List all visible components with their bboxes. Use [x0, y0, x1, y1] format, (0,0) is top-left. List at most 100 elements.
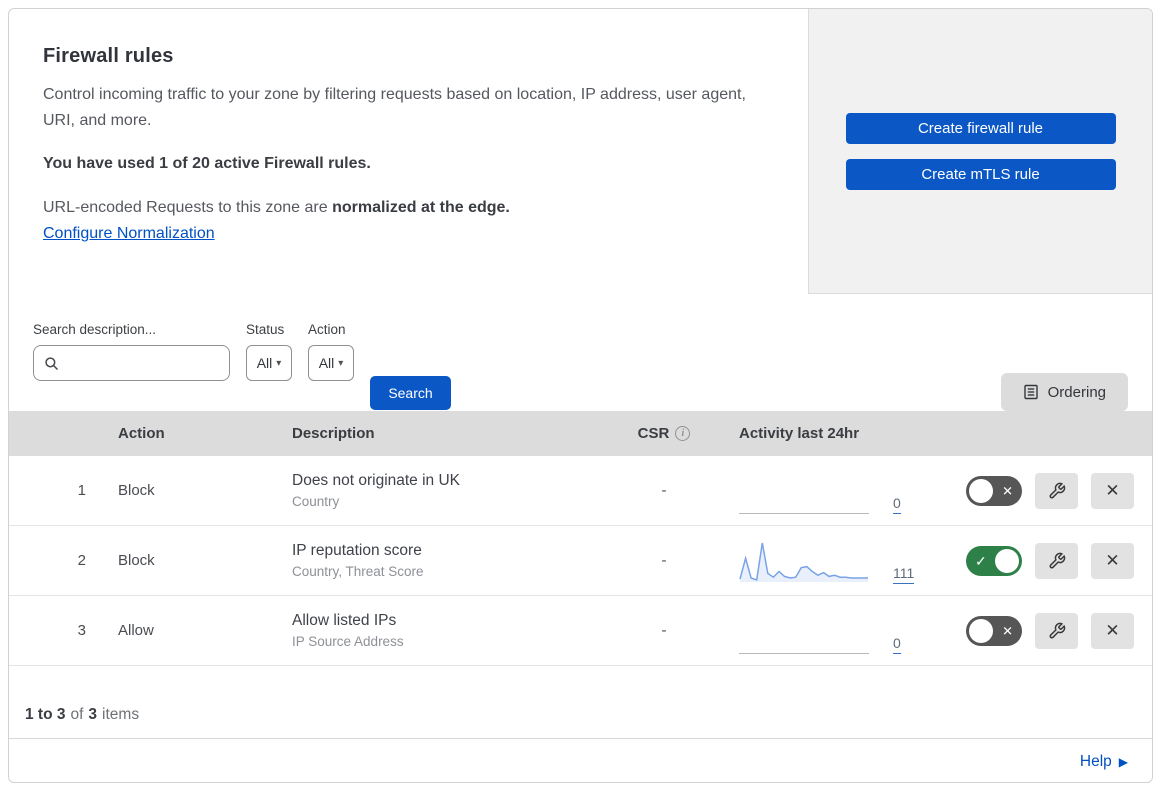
rule-priority: 1	[77, 482, 86, 499]
close-icon: ✕	[1105, 620, 1120, 640]
close-icon: ✕	[1105, 480, 1120, 500]
status-label: Status	[246, 322, 285, 337]
items-total: 3	[88, 706, 98, 723]
search-label: Search description...	[33, 322, 157, 337]
toggle-knob	[969, 618, 993, 643]
enable-toggle[interactable]: ✕	[966, 615, 1022, 646]
csr-header-label: CSR	[637, 425, 670, 442]
ordering-list-icon	[1023, 384, 1039, 400]
activity-sparkline-empty	[739, 608, 869, 654]
status-dropdown-value: All	[256, 355, 273, 371]
rule-description: IP reputation score Country, Threat Scor…	[284, 542, 614, 579]
rule-action: Block	[118, 552, 155, 569]
table-header: Action Description CSR i Activity last 2…	[9, 411, 1152, 456]
search-icon	[44, 356, 59, 371]
intro-description: Control incoming traffic to your zone by…	[43, 86, 746, 129]
rule-activity: 111	[714, 538, 954, 584]
toggle-knob	[969, 478, 993, 503]
description-column-header: Description	[292, 425, 375, 442]
items-word: items	[102, 706, 140, 723]
help-label: Help	[1079, 752, 1112, 770]
wrench-icon	[1048, 482, 1066, 500]
items-range: 1 to 3	[25, 706, 66, 723]
create-mtls-rule-button[interactable]: Create mTLS rule	[845, 158, 1116, 190]
action-dropdown[interactable]: All ▾	[308, 345, 354, 381]
rule-activity: 0	[714, 468, 954, 514]
close-icon: ✕	[1105, 550, 1120, 570]
help-link[interactable]: Help ▶	[1080, 753, 1128, 771]
activity-count-link[interactable]: 111	[893, 565, 915, 584]
activity-sparkline-empty	[739, 468, 869, 514]
items-of: of	[70, 706, 84, 723]
activity-count-link[interactable]: 0	[893, 495, 901, 514]
ordering-button-label: Ordering	[1047, 383, 1106, 401]
delete-rule-button[interactable]: ✕	[1091, 472, 1134, 509]
actions-panel: Create firewall rule Create mTLS rule	[809, 9, 1152, 294]
delete-rule-button[interactable]: ✕	[1091, 612, 1134, 649]
rule-controls: ✓ ✕	[954, 542, 1152, 579]
normalization-line: URL-encoded Requests to this zone are no…	[43, 199, 768, 217]
action-group: Action All ▾	[308, 322, 354, 381]
search-box[interactable]	[33, 345, 230, 381]
toggle-knob	[995, 548, 1019, 573]
action-column-header: Action	[118, 425, 165, 442]
filter-bar: Search description... Status All ▾ Actio…	[9, 294, 1152, 411]
top-section: Firewall rules Control incoming traffic …	[9, 9, 1152, 294]
ordering-button[interactable]: Ordering	[1000, 373, 1128, 411]
help-arrow-icon: ▶	[1118, 754, 1128, 769]
page-title: Firewall rules	[43, 45, 174, 67]
rule-activity: 0	[714, 608, 954, 654]
edit-rule-button[interactable]	[1035, 472, 1078, 509]
edit-rule-button[interactable]	[1035, 612, 1078, 649]
toggle-on-check-icon: ✓	[975, 552, 987, 569]
rule-description: Does not originate in UK Country	[284, 472, 614, 509]
rule-csr: -	[661, 622, 667, 639]
rule-fields: IP Source Address	[292, 634, 404, 649]
delete-rule-button[interactable]: ✕	[1091, 542, 1134, 579]
rule-fields: Country, Threat Score	[292, 564, 424, 579]
chevron-down-icon: ▾	[276, 357, 282, 369]
search-button[interactable]: Search	[370, 376, 451, 410]
rule-title: Does not originate in UK	[292, 472, 461, 489]
toggle-off-x-icon: ✕	[1002, 623, 1013, 638]
wrench-icon	[1048, 622, 1066, 640]
table-row: 1 Block Does not originate in UK Country…	[9, 456, 1152, 526]
normalization-bold: normalized at the edge.	[332, 199, 510, 217]
table-row: 2 Block IP reputation score Country, Thr…	[9, 526, 1152, 596]
enable-toggle[interactable]: ✕	[966, 475, 1022, 506]
chevron-down-icon: ▾	[338, 357, 344, 369]
action-dropdown-value: All	[318, 355, 335, 371]
activity-count-link[interactable]: 0	[893, 635, 901, 654]
rule-csr: -	[661, 552, 667, 569]
rule-action: Block	[118, 482, 155, 499]
configure-normalization-link[interactable]: Configure Normalization	[43, 225, 215, 243]
rule-controls: ✕ ✕	[954, 612, 1152, 649]
enable-toggle[interactable]: ✓	[966, 545, 1022, 576]
usage-line: You have used 1 of 20 active Firewall ru…	[43, 155, 371, 173]
rule-title: Allow listed IPs	[292, 612, 397, 629]
toggle-off-x-icon: ✕	[1002, 483, 1013, 498]
rule-fields: Country	[292, 494, 340, 509]
create-firewall-rule-button[interactable]: Create firewall rule	[845, 112, 1116, 144]
csr-column-header: CSR i	[614, 425, 714, 442]
pagination-summary: 1 to 3 of 3 items	[9, 666, 1152, 739]
search-input[interactable]	[65, 355, 215, 371]
rule-csr: -	[661, 482, 667, 499]
action-label: Action	[308, 322, 346, 337]
rule-priority: 2	[77, 552, 86, 569]
rule-description: Allow listed IPs IP Source Address	[284, 612, 614, 649]
status-dropdown[interactable]: All ▾	[246, 345, 292, 381]
rule-title: IP reputation score	[292, 542, 422, 559]
table-row: 3 Allow Allow listed IPs IP Source Addre…	[9, 596, 1152, 666]
help-bar: Help ▶	[9, 739, 1152, 782]
status-group: Status All ▾	[246, 322, 292, 381]
rule-controls: ✕ ✕	[954, 472, 1152, 509]
activity-sparkline-chart	[739, 542, 868, 582]
normalization-prefix: URL-encoded Requests to this zone are	[43, 199, 333, 217]
firewall-rules-card: Firewall rules Control incoming traffic …	[8, 8, 1153, 783]
rule-priority: 3	[77, 622, 86, 639]
wrench-icon	[1048, 552, 1066, 570]
intro-panel: Firewall rules Control incoming traffic …	[9, 9, 809, 294]
info-icon[interactable]: i	[675, 426, 691, 441]
edit-rule-button[interactable]	[1035, 542, 1078, 579]
